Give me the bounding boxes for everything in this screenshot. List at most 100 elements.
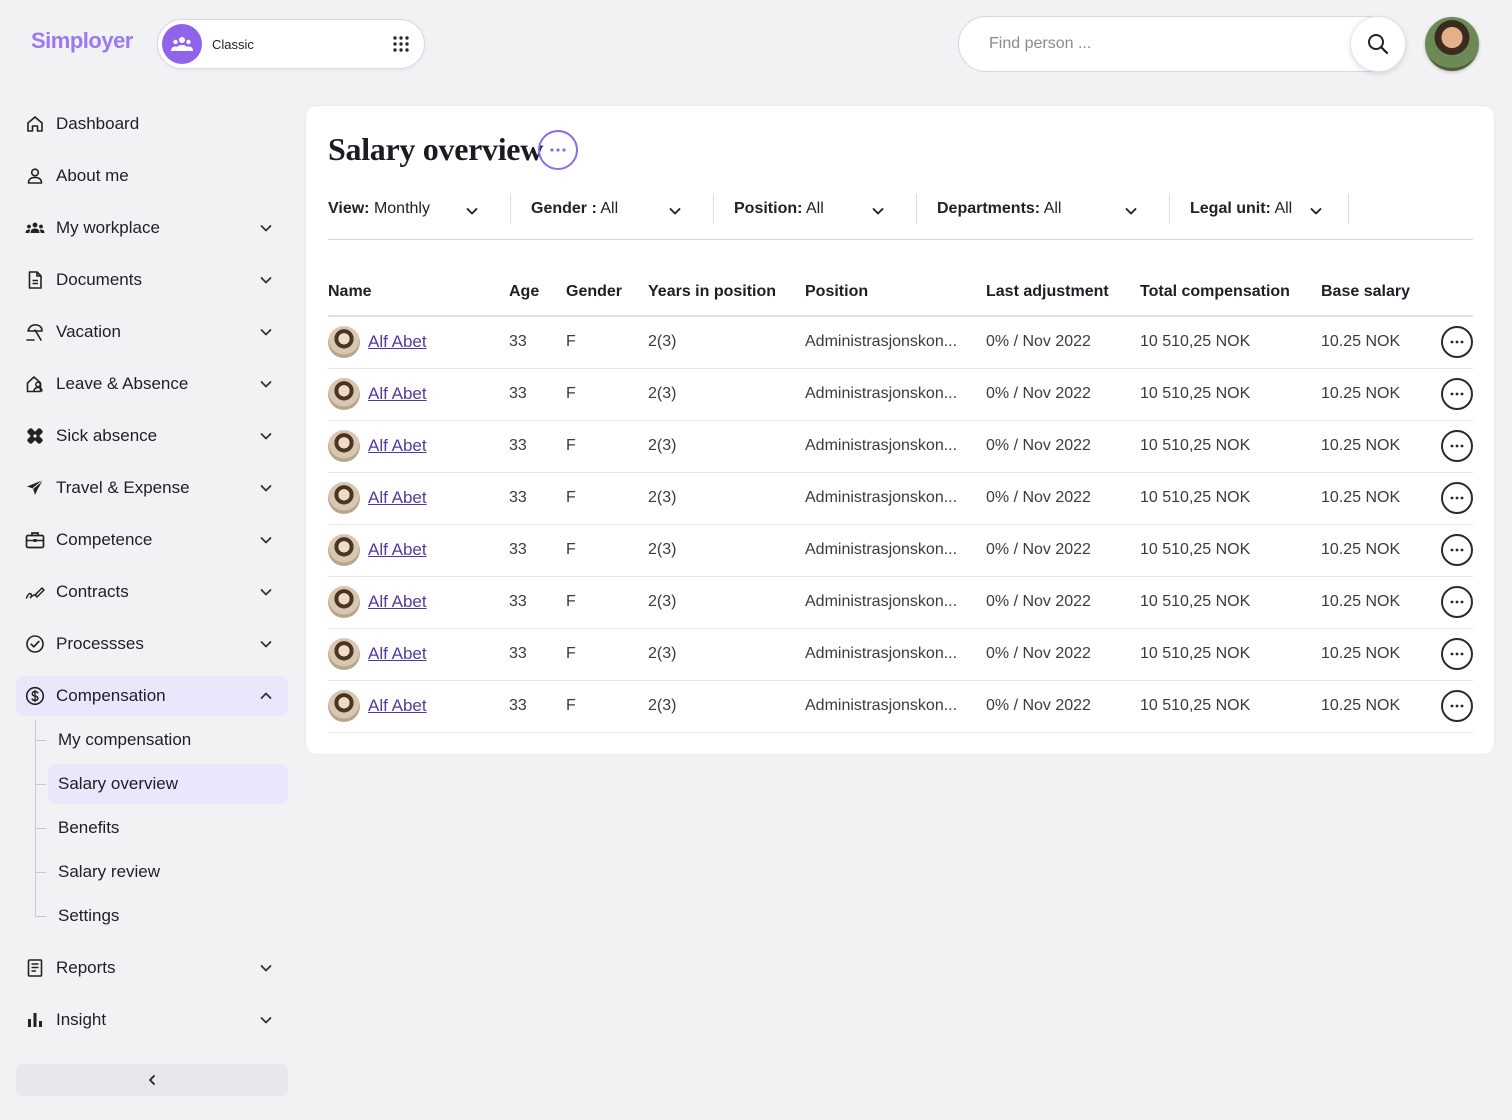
row-more-button[interactable] [1441,586,1473,618]
apps-grid-icon[interactable] [392,35,410,53]
page-more-button[interactable] [538,130,578,170]
chevron-down-icon [669,208,681,215]
employee-name-link[interactable]: Alf Abet [368,332,427,352]
user-avatar[interactable] [1425,17,1479,71]
row-more-button[interactable] [1441,378,1473,410]
filter-value: All [596,200,619,217]
cell-name: Alf Abet [328,368,509,421]
cell-base-salary: 10.25 NOK [1321,680,1425,733]
column-header-years-in-position[interactable]: Years in position [648,268,805,317]
employee-name-link[interactable]: Alf Abet [368,436,427,456]
employee-name-link[interactable]: Alf Abet [368,540,427,560]
employee-name-link[interactable]: Alf Abet [368,696,427,716]
sidebar-item-competence[interactable]: Competence [16,520,288,560]
team-icon [162,24,202,64]
more-horizontal-icon [1450,444,1464,448]
filter-position-dropdown[interactable]: Position: All [734,196,894,226]
employee-name-link[interactable]: Alf Abet [368,592,427,612]
cell-name: Alf Abet [328,576,509,629]
cell-position: Administrasjonskon... [805,628,986,681]
sidebar-item-contracts[interactable]: Contracts [16,572,288,612]
row-more-button[interactable] [1441,638,1473,670]
workspace-switcher[interactable]: Classic [157,19,425,69]
chevron-down-icon [260,485,272,492]
cell-base-salary: 10.25 NOK [1321,368,1425,421]
sidebar-item-my-workplace[interactable]: My workplace [16,208,288,248]
table-row: Alf Abet 33 F 2(3) Administrasjonskon... 0% /… [328,628,1473,681]
cell-gender: F [566,680,648,733]
column-header-last-adjustment[interactable]: Last adjustment [986,268,1140,317]
sidebar-item-travel-expense[interactable]: Travel & Expense [16,468,288,508]
filter-legal-unit-dropdown[interactable]: Legal unit: All [1190,196,1330,226]
cell-base-salary: 10.25 NOK [1321,628,1425,681]
cell-last-adjustment: 0% / Nov 2022 [986,316,1140,369]
cell-last-adjustment: 0% / Nov 2022 [986,368,1140,421]
cell-base-salary: 10.25 NOK [1321,576,1425,629]
employee-name-link[interactable]: Alf Abet [368,644,427,664]
sidebar-item-dashboard[interactable]: Dashboard [16,104,288,144]
cell-name: Alf Abet [328,420,509,473]
subnav-tick [35,784,46,785]
cell-position: Administrasjonskon... [805,420,986,473]
subnav-item-salary-overview[interactable]: Salary overview [48,764,288,804]
sidebar-item-leave-absence[interactable]: Leave & Absence [16,364,288,404]
subnav-item-settings[interactable]: Settings [48,896,288,936]
employee-name-link[interactable]: Alf Abet [368,488,427,508]
column-header-position[interactable]: Position [805,268,986,317]
cell-total-compensation: 10 510,25 NOK [1140,368,1321,421]
signature-icon [25,587,45,599]
chevron-down-icon [260,1017,272,1024]
table-row: Alf Abet 33 F 2(3) Administrasjonskon... 0% /… [328,680,1473,733]
row-more-button[interactable] [1441,326,1473,359]
employee-name-link[interactable]: Alf Abet [368,384,427,404]
sidebar-item-compensation[interactable]: Compensation [16,676,288,716]
filter-view-dropdown[interactable]: View: Monthly [328,196,488,226]
employee-avatar [328,326,360,359]
filter-departments-dropdown[interactable]: Departments: All [937,196,1147,226]
cell-gender: F [566,420,648,473]
cell-position: Administrasjonskon... [805,680,986,733]
column-header-total-compensation[interactable]: Total compensation [1140,268,1321,317]
sidebar-item-documents[interactable]: Documents [16,260,288,300]
employee-avatar [328,638,360,670]
workspace-label: Classic [212,37,254,52]
sidebar-item-sick-absence[interactable]: Sick absence [16,416,288,456]
filter-divider [916,194,917,224]
app-logo[interactable]: Simployer [31,28,133,54]
sidebar-item-processes[interactable]: Processses [16,624,288,664]
briefcase-icon [25,532,45,549]
sidebar-item-insight[interactable]: Insight [16,1000,288,1040]
subnav-item-benefits[interactable]: Benefits [48,808,288,848]
chevron-down-icon [260,329,272,336]
cell-last-adjustment: 0% / Nov 2022 [986,628,1140,681]
row-more-button[interactable] [1441,430,1473,462]
filter-gender-dropdown[interactable]: Gender : All [531,196,691,226]
subnav-item-my-compensation[interactable]: My compensation [48,720,288,760]
search-button[interactable] [1350,16,1406,72]
search-input[interactable] [989,33,1329,55]
column-header-gender[interactable]: Gender [566,268,648,317]
row-more-button[interactable] [1441,534,1473,566]
sidebar-item-vacation[interactable]: Vacation [16,312,288,352]
cell-actions [1425,420,1473,473]
filter-bar: View: Monthly Gender : All Position: All… [328,186,1473,240]
cell-last-adjustment: 0% / Nov 2022 [986,680,1140,733]
column-header-base-salary[interactable]: Base salary [1321,268,1425,317]
sidebar-item-about-me[interactable]: About me [16,156,288,196]
report-icon [27,959,43,977]
cell-age: 33 [509,524,566,577]
employee-name-cell: Alf Abet [328,586,509,618]
row-more-button[interactable] [1441,690,1473,722]
position-text: Administrasjonskon... [805,489,958,506]
employee-avatar [328,378,360,410]
sidebar-item-reports[interactable]: Reports [16,948,288,988]
collapse-sidebar-button[interactable] [16,1064,288,1096]
cell-last-adjustment: 0% / Nov 2022 [986,420,1140,473]
row-more-button[interactable] [1441,482,1473,514]
table-row: Alf Abet 33 F 2(3) Administrasjonskon... 0% /… [328,524,1473,577]
filter-divider [510,194,511,224]
filter-value: All [1040,200,1062,217]
subnav-item-salary-review[interactable]: Salary review [48,852,288,892]
column-header-age[interactable]: Age [509,268,566,317]
column-header-name[interactable]: Name [328,268,509,317]
